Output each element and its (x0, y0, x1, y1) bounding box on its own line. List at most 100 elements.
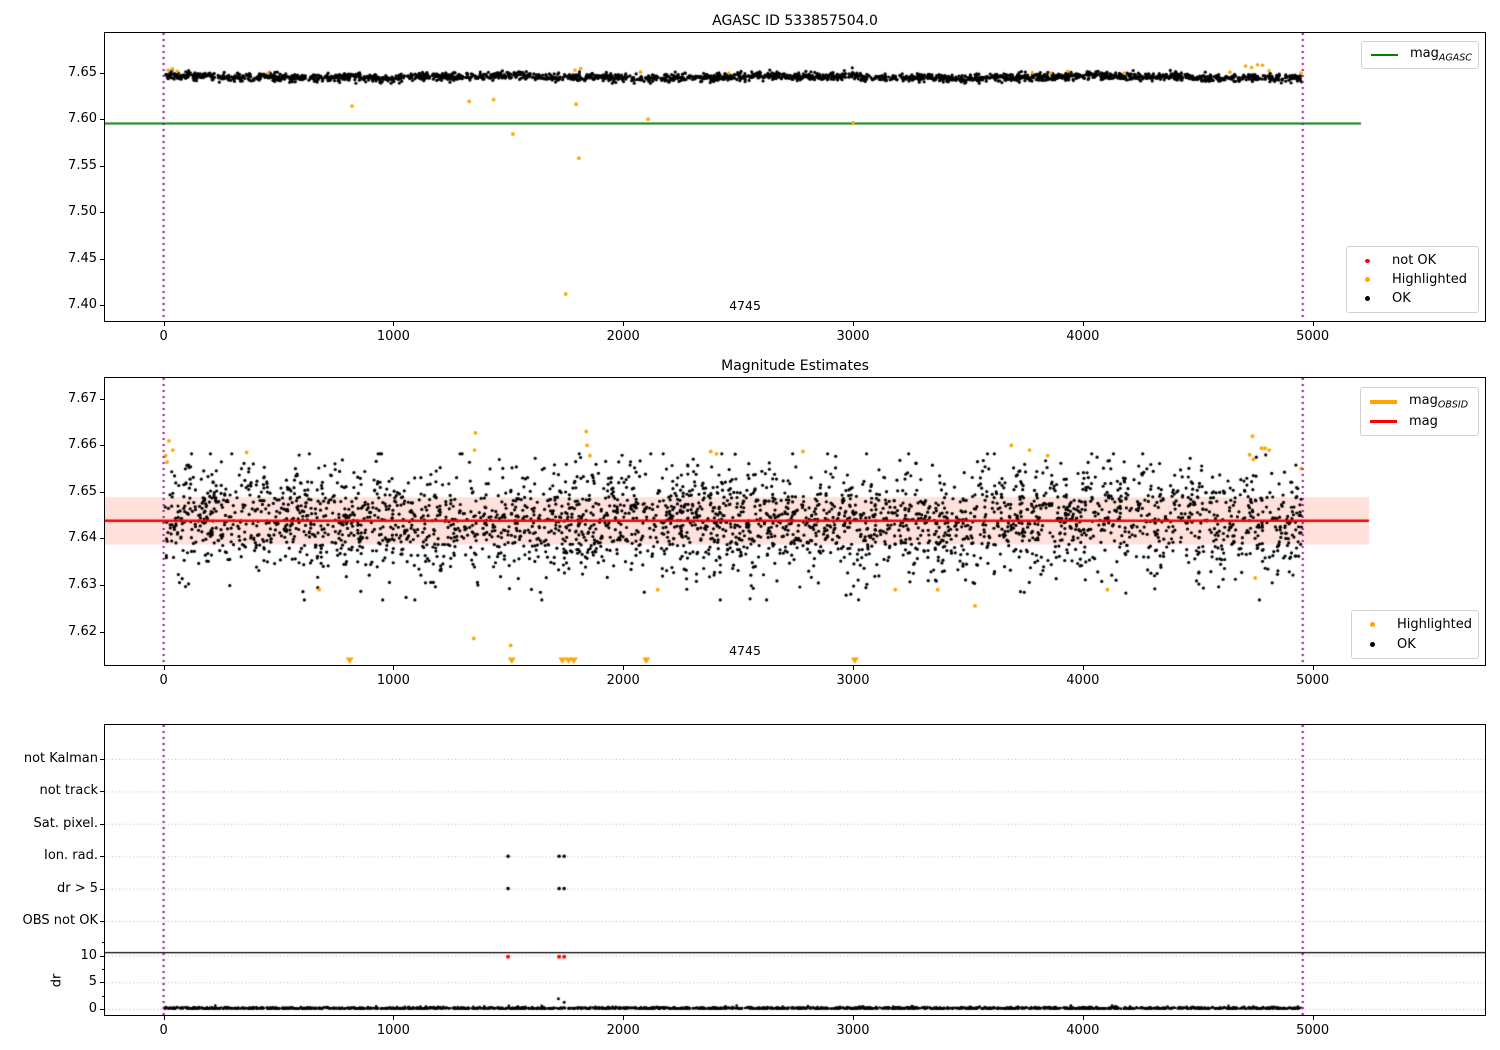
ok-marker-swatch (1370, 641, 1375, 647)
top-count-annotation: 4745 (729, 298, 761, 313)
legend-row-mag: mag (1370, 412, 1469, 432)
x-tick-label: 1000 (376, 673, 410, 688)
x-tick-mark (163, 322, 165, 326)
dr-minor-tick-mark (102, 968, 104, 970)
x-tick-mark (1312, 666, 1314, 670)
x-tick-label: 1000 (376, 329, 410, 344)
x-tick-mark (1082, 666, 1084, 670)
x-tick-label: 2000 (606, 329, 640, 344)
x-tick-label: 0 (159, 1023, 168, 1038)
y-tick-label: 7.65 (68, 483, 97, 499)
flag-label-ion-rad-: Ion. rad. (44, 848, 98, 864)
bottom-plot-canvas (105, 725, 1485, 1015)
y-tick-label: 7.62 (68, 623, 97, 639)
dr-tick-mark (100, 1009, 104, 1010)
legend-mag-agasc: magAGASC (1361, 41, 1479, 69)
y-tick-mark (100, 823, 104, 825)
dr-minor-tick-mark (102, 942, 104, 944)
y-tick-mark (100, 856, 104, 858)
x-tick-label: 5000 (1296, 329, 1330, 344)
bottom-plot-area (104, 724, 1486, 1016)
dr-tick-label: 5 (88, 974, 97, 990)
y-tick-label: 7.50 (68, 204, 97, 220)
middle-count-annotation: 4745 (729, 643, 761, 658)
y-tick-label: 7.40 (68, 297, 97, 313)
y-tick-mark (100, 72, 104, 74)
x-tick-label: 5000 (1296, 673, 1330, 688)
mag-line-swatch (1370, 420, 1397, 423)
y-tick-mark (100, 305, 104, 307)
x-tick-mark (1082, 1016, 1084, 1020)
x-tick-label: 3000 (836, 329, 870, 344)
x-tick-mark (623, 1016, 625, 1020)
y-tick-mark (100, 258, 104, 260)
x-tick-mark (163, 666, 165, 670)
legend-label-ok: OK (1392, 291, 1411, 306)
top-plot-title: AGASC ID 533857504.0 (712, 13, 878, 29)
legend-row-mag-agasc: magAGASC (1371, 46, 1472, 64)
legend-top-markers: not OK Highlighted OK (1346, 246, 1479, 313)
x-tick-label: 4000 (1066, 673, 1100, 688)
dr-tick-mark (100, 955, 104, 957)
x-tick-mark (1312, 1016, 1314, 1020)
legend-label-mag: mag (1409, 413, 1438, 429)
mag-agasc-line-swatch (1371, 53, 1398, 57)
x-tick-mark (393, 666, 395, 670)
legend-label-ok-mid: OK (1397, 636, 1416, 652)
legend-row-not-ok: not OK (1356, 251, 1469, 270)
y-tick-mark (100, 759, 104, 760)
legend-row-highlighted-mid: Highlighted (1361, 615, 1472, 635)
y-tick-label: 7.66 (68, 437, 97, 453)
legend-middle-markers: Highlighted OK (1351, 610, 1479, 659)
legend-row-ok-mid: OK (1361, 635, 1469, 655)
legend-label-mag-obsid: magOBSID (1409, 392, 1469, 411)
y-tick-label: 7.65 (68, 64, 97, 80)
mag-obsid-line-swatch (1370, 399, 1397, 404)
dr-minor-tick-mark (102, 995, 104, 997)
top-plot-canvas (105, 33, 1485, 321)
legend-mag-lines: magOBSID mag (1360, 387, 1479, 436)
figure: AGASC ID 533857504.0 Magnitude Estimates… (0, 0, 1500, 1050)
x-tick-mark (853, 666, 855, 670)
y-tick-mark (100, 212, 104, 214)
y-tick-mark (100, 631, 104, 633)
y-tick-mark (100, 538, 104, 540)
legend-label-highlighted-mid: Highlighted (1397, 617, 1472, 633)
y-tick-mark (100, 165, 104, 167)
top-plot-area (104, 32, 1486, 322)
legend-label-not-ok: not OK (1392, 253, 1437, 268)
x-tick-label: 4000 (1066, 329, 1100, 344)
not-ok-marker-swatch (1365, 258, 1370, 263)
middle-plot-area (104, 377, 1486, 666)
x-tick-mark (393, 322, 395, 326)
highlighted-marker-swatch (1370, 622, 1375, 628)
middle-plot-canvas (105, 378, 1485, 665)
y-tick-mark (100, 445, 104, 447)
x-tick-label: 2000 (606, 1023, 640, 1038)
flag-label-sat-pixel-: Sat. pixel. (33, 815, 98, 831)
y-tick-mark (100, 398, 104, 400)
x-tick-mark (1312, 322, 1314, 326)
y-tick-mark (100, 491, 104, 493)
ok-marker-swatch (1365, 296, 1370, 301)
x-tick-label: 0 (159, 673, 168, 688)
y-tick-label: 7.63 (68, 576, 97, 592)
legend-row-mag-obsid: magOBSID (1370, 392, 1469, 412)
dr-tick-label: 10 (80, 947, 97, 963)
x-tick-label: 1000 (376, 1023, 410, 1038)
x-tick-label: 5000 (1296, 1023, 1330, 1038)
legend-row-ok: OK (1356, 289, 1469, 308)
y-tick-label: 7.67 (68, 390, 97, 406)
x-tick-mark (853, 322, 855, 326)
x-tick-label: 0 (159, 329, 168, 344)
y-tick-mark (100, 921, 104, 922)
x-tick-label: 3000 (836, 673, 870, 688)
y-tick-mark (100, 584, 104, 586)
x-tick-mark (623, 666, 625, 670)
y-tick-mark (100, 119, 104, 121)
middle-plot-title: Magnitude Estimates (721, 358, 869, 374)
y-tick-label: 7.60 (68, 111, 97, 127)
x-tick-label: 4000 (1066, 1023, 1100, 1038)
legend-row-highlighted: Highlighted (1356, 270, 1469, 289)
x-tick-mark (623, 322, 625, 326)
